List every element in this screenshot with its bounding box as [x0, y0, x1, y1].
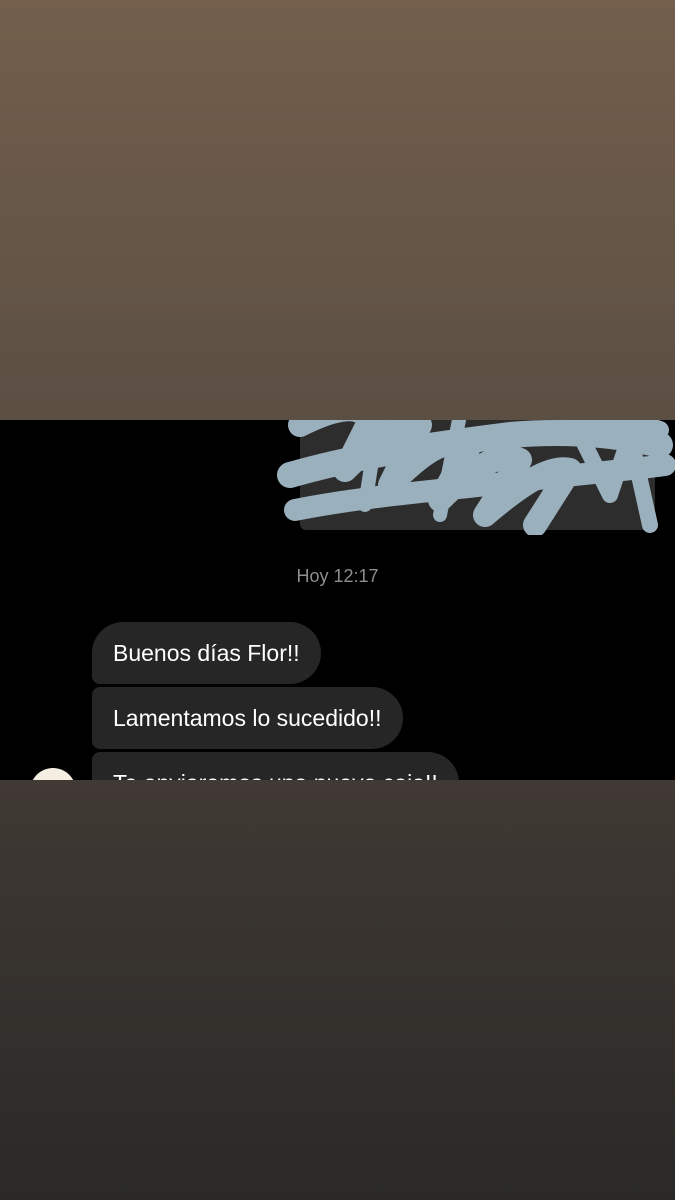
message-bubble[interactable]: Buenos días Flor!! [92, 622, 321, 684]
shared-media-thumbnail[interactable] [300, 420, 655, 530]
bottom-background [0, 780, 675, 1200]
message-bubble[interactable]: Lamentamos lo sucedido!! [92, 687, 403, 749]
story-screenshot: Hoy 12:17 Buenos días Flor!! Lamentamos … [0, 0, 675, 1200]
message-timestamp: Hoy 12:17 [296, 566, 379, 586]
top-background [0, 0, 675, 420]
contact-avatar-icon[interactable] [30, 768, 76, 780]
chat-screenshot: Hoy 12:17 Buenos días Flor!! Lamentamos … [0, 420, 675, 780]
message-bubble[interactable]: Te enviaremos una nueva caja!! [92, 752, 459, 780]
